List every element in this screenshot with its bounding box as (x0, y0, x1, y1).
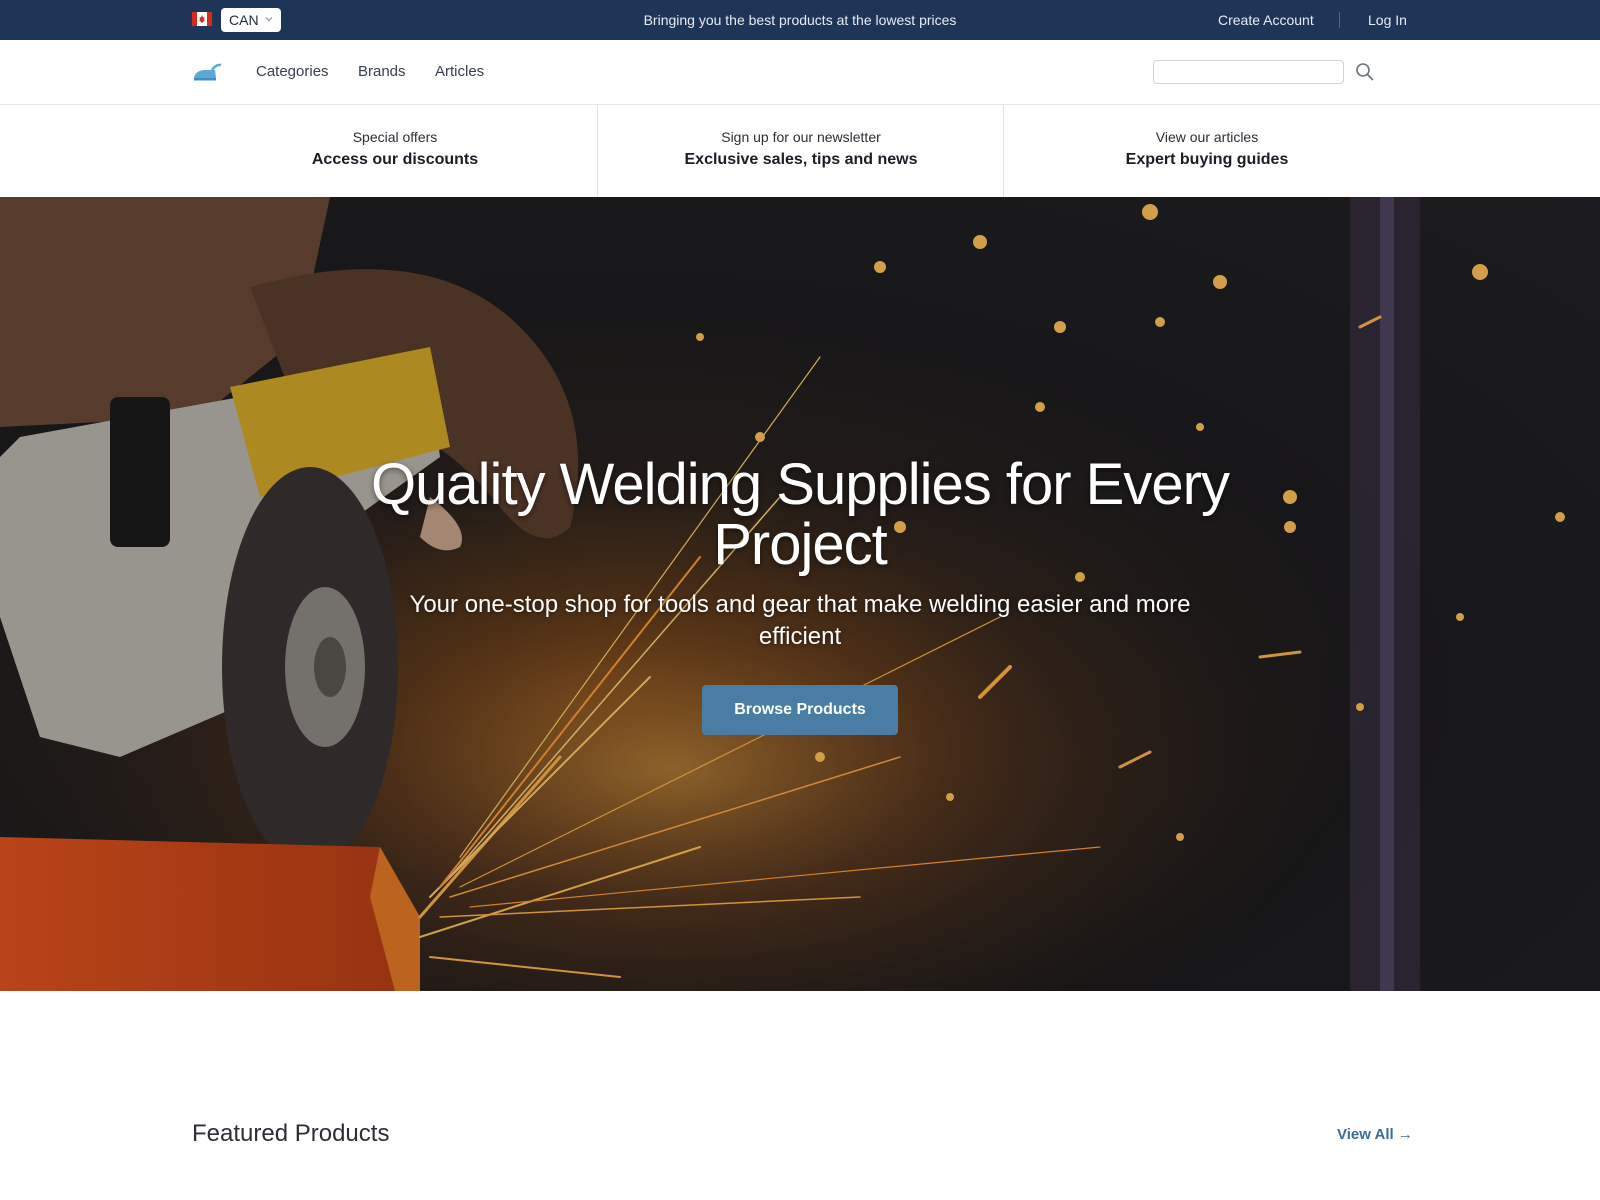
promo-big-text: Access our discounts (311, 151, 479, 168)
promo-small-text: View our articles (1155, 129, 1259, 145)
promo-divider (597, 105, 598, 197)
hero-subtitle: Your one-stop shop for tools and gear th… (409, 591, 1191, 650)
country-selector[interactable]: CAN (221, 8, 281, 32)
chevron-down-icon (265, 17, 273, 22)
featured-products-heading: Featured Products (192, 1120, 390, 1147)
main-nav: Categories Brands Articles (0, 40, 1600, 105)
promo-big-text: Expert buying guides (1125, 151, 1289, 168)
canada-flag-icon (192, 12, 212, 26)
log-in-link[interactable]: Log In (1368, 0, 1407, 40)
hero-title: Quality Welding Supplies for Every Proje… (371, 452, 1230, 577)
top-announcement-bar: CAN Bringing you the best products at th… (0, 0, 1600, 40)
country-selector-value: CAN (229, 12, 259, 28)
promo-newsletter[interactable]: Sign up for our newsletter Exclusive sal… (598, 105, 1004, 197)
iron-logo-icon[interactable] (192, 62, 222, 82)
view-all-link[interactable]: View All → (1337, 1124, 1413, 1146)
promo-big-text: Exclusive sales, tips and news (684, 151, 918, 168)
search-icon[interactable] (1354, 61, 1376, 83)
promo-divider (1003, 105, 1004, 197)
nav-articles[interactable]: Articles (435, 61, 484, 83)
nav-categories[interactable]: Categories (256, 61, 329, 83)
browse-products-button[interactable]: Browse Products (702, 685, 898, 735)
hero-banner: Quality Welding Supplies for Every Proje… (0, 197, 1600, 991)
promo-small-text: Special offers (352, 129, 438, 145)
promo-small-text: Sign up for our newsletter (721, 129, 881, 145)
promo-special-offers[interactable]: Special offers Access our discounts (192, 105, 598, 197)
promo-articles[interactable]: View our articles Expert buying guides (1004, 105, 1410, 197)
nav-brands[interactable]: Brands (358, 61, 406, 83)
promo-strip: Special offers Access our discounts Sign… (0, 105, 1600, 197)
create-account-link[interactable]: Create Account (1218, 0, 1314, 40)
search-input[interactable] (1153, 60, 1344, 84)
topbar-divider (1339, 12, 1340, 28)
